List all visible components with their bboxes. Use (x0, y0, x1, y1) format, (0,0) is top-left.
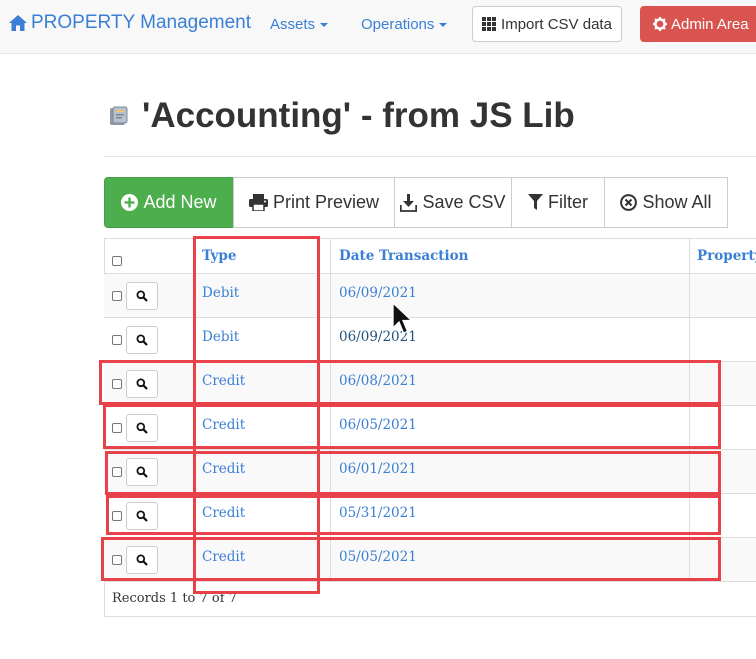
filter-label: Filter (548, 192, 588, 212)
date-cell[interactable]: 06/05/2021 (339, 417, 417, 433)
row-checkbox[interactable] (112, 511, 122, 521)
print-icon (248, 194, 268, 211)
assets-menu[interactable]: Assets (270, 16, 329, 33)
operations-menu[interactable]: Operations (361, 16, 448, 33)
table-row: Debit 06/09/2021 (104, 274, 756, 318)
plus-circle-icon (121, 194, 139, 211)
table-row: Credit 06/01/2021 (104, 450, 756, 494)
view-record-button[interactable] (126, 282, 158, 310)
import-csv-button[interactable]: Import CSV data (472, 6, 622, 42)
page-title: 'Accounting' - from JS Lib (142, 96, 575, 135)
type-column-header[interactable]: Type (202, 248, 236, 264)
admin-area-label: Admin Area (671, 15, 749, 33)
date-cell[interactable]: 06/08/2021 (339, 373, 417, 389)
search-icon (136, 554, 148, 566)
type-cell[interactable]: Credit (202, 417, 245, 433)
row-checkbox[interactable] (112, 379, 122, 389)
table-row: Credit 05/05/2021 (104, 538, 756, 582)
heading-divider (104, 156, 756, 157)
property-column-header[interactable]: Property (697, 248, 756, 264)
date-cell[interactable]: 05/31/2021 (339, 505, 417, 521)
save-csv-button[interactable]: Save CSV (394, 177, 512, 228)
book-icon (110, 106, 128, 125)
page-heading: 'Accounting' - from JS Lib (108, 96, 575, 136)
search-icon (136, 510, 148, 522)
row-checkbox[interactable] (112, 467, 122, 477)
row-checkbox[interactable] (112, 423, 122, 433)
search-icon (136, 334, 148, 346)
show-all-button[interactable]: Show All (604, 177, 728, 228)
admin-area-button[interactable]: Admin Area (640, 6, 756, 42)
filter-button[interactable]: Filter (511, 177, 605, 228)
row-checkbox[interactable] (112, 335, 122, 345)
type-cell[interactable]: Debit (202, 329, 239, 345)
records-count: Records 1 to 7 of 7 (104, 579, 756, 617)
download-icon (400, 193, 418, 212)
operations-menu-label: Operations (361, 16, 435, 33)
date-cell[interactable]: 06/09/2021 (339, 285, 417, 301)
caret-down-icon (320, 23, 329, 28)
type-cell[interactable]: Credit (202, 549, 245, 565)
type-cell[interactable]: Credit (202, 461, 245, 477)
date-cell[interactable]: 06/09/2021 (339, 329, 417, 345)
table-row: Debit 06/09/2021 (104, 318, 756, 362)
view-record-button[interactable] (126, 546, 158, 574)
table-toolbar: Add New Print Preview Save CSV Filter Sh… (104, 177, 728, 228)
brand-link[interactable]: PROPERTY Management (8, 10, 251, 36)
type-cell[interactable]: Debit (202, 285, 239, 301)
brand-label: PROPERTY Management (31, 12, 252, 33)
search-icon (136, 290, 148, 302)
search-icon (136, 378, 148, 390)
view-record-button[interactable] (126, 370, 158, 398)
select-all-checkbox[interactable] (112, 256, 122, 266)
table-row: Credit 06/05/2021 (104, 406, 756, 450)
print-preview-label: Print Preview (272, 192, 380, 212)
row-checkbox[interactable] (112, 555, 122, 565)
save-csv-label: Save CSV (422, 192, 506, 212)
date-cell[interactable]: 06/01/2021 (339, 461, 417, 477)
search-icon (136, 422, 148, 434)
add-new-button[interactable]: Add New (104, 177, 234, 228)
import-csv-label: Import CSV data (501, 15, 612, 33)
table-row: Credit 06/08/2021 (104, 362, 756, 406)
date-transaction-column-header[interactable]: Date Transaction (339, 248, 468, 264)
view-record-button[interactable] (126, 458, 158, 486)
type-cell[interactable]: Credit (202, 505, 245, 521)
table-header-row: Type Date Transaction Property (104, 238, 756, 274)
grid-icon (482, 17, 497, 31)
show-all-label: Show All (642, 192, 712, 212)
top-navbar: PROPERTY Management Assets Operations Im… (0, 0, 756, 54)
add-new-label: Add New (143, 192, 217, 212)
cog-icon (653, 17, 667, 31)
accounting-table: Type Date Transaction Property Debit 06/… (104, 238, 756, 582)
assets-menu-label: Assets (270, 16, 316, 33)
times-circle-icon (620, 194, 638, 211)
caret-down-icon (439, 23, 448, 28)
home-icon (9, 15, 27, 31)
view-record-button[interactable] (126, 326, 158, 354)
table-row: Credit 05/31/2021 (104, 494, 756, 538)
type-cell[interactable]: Credit (202, 373, 245, 389)
row-checkbox[interactable] (112, 291, 122, 301)
print-preview-button[interactable]: Print Preview (233, 177, 395, 228)
search-icon (136, 466, 148, 478)
view-record-button[interactable] (126, 502, 158, 530)
filter-icon (528, 194, 543, 210)
view-record-button[interactable] (126, 414, 158, 442)
date-cell[interactable]: 05/05/2021 (339, 549, 417, 565)
